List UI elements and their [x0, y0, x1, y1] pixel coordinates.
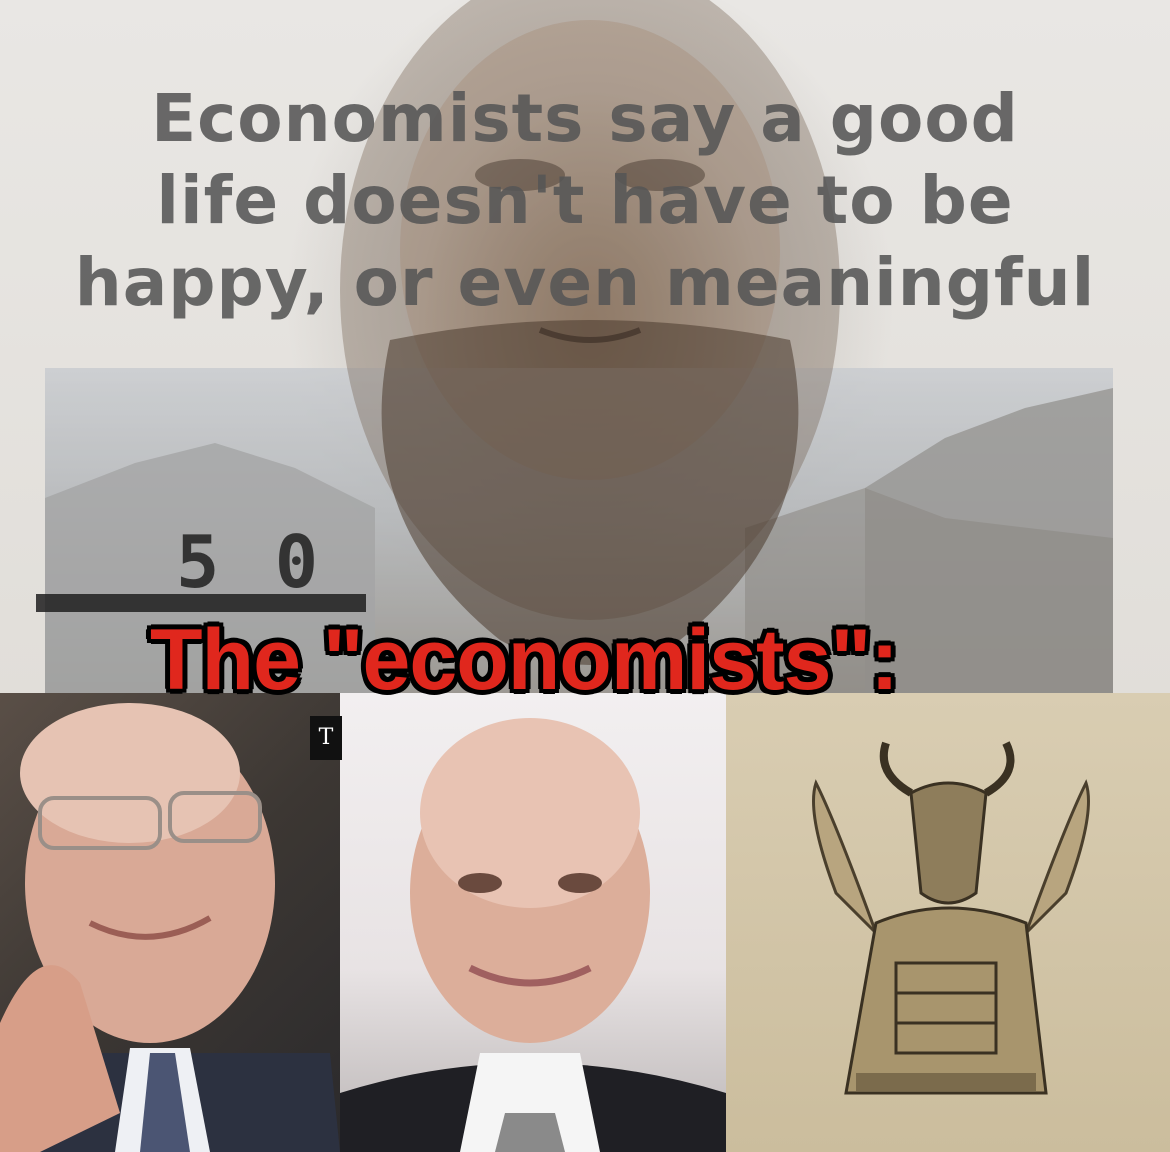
photo-panel-right	[726, 693, 1170, 1152]
headline-text: Economists say a good life doesn't have …	[0, 78, 1170, 324]
caption-text: The "economists":	[150, 612, 899, 708]
nyt-logo-icon: T	[310, 716, 342, 760]
headline-line-1: Economists say a good	[151, 80, 1019, 157]
bull-headed-idol-engraving	[812, 741, 1090, 1095]
photo-panel-left	[0, 693, 340, 1152]
mugshot-height-number: 5 0	[176, 520, 325, 604]
bald-man-photo	[340, 718, 726, 1152]
elderly-man-photo	[0, 703, 340, 1152]
headline-line-3: happy, or even meaningful	[74, 244, 1096, 321]
headline-line-2: life doesn't have to be	[156, 162, 1014, 239]
photo-panel-middle	[340, 693, 726, 1152]
